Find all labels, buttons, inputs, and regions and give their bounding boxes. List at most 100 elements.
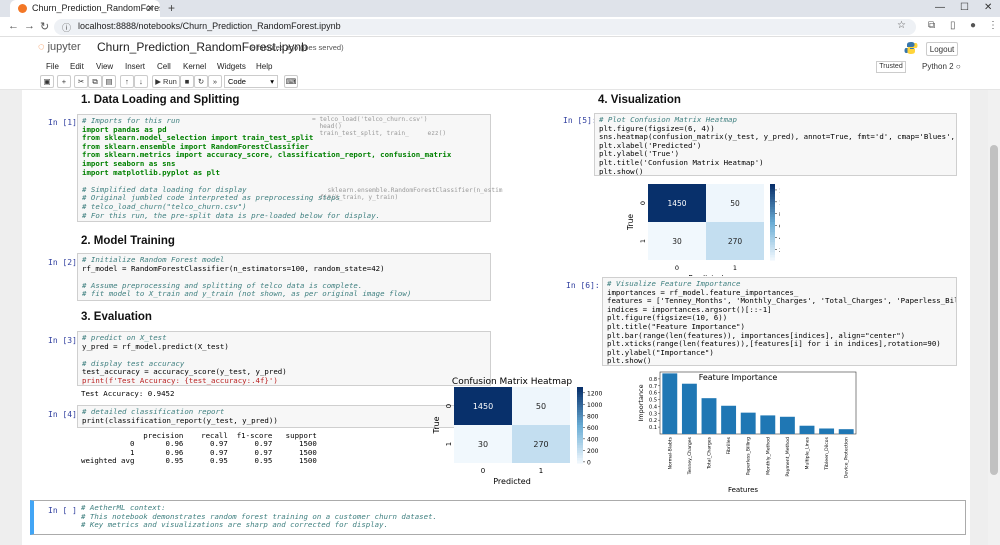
prompt-in-5: In [5]: — [563, 116, 597, 125]
profile-icon[interactable]: ● — [970, 20, 976, 31]
code-cell-2[interactable]: # Initialize Random Forest model rf_model… — [77, 253, 491, 301]
feature-tick-label: Paperless_Billing — [746, 437, 752, 475]
restart-run-icon[interactable]: » — [208, 75, 222, 88]
colorbar-tick-label: 800 — [779, 212, 780, 218]
feature-tick-label: Multiple_Lines — [805, 436, 811, 469]
menu-view[interactable]: View — [96, 62, 113, 71]
close-tab-icon[interactable]: ✕ — [146, 3, 154, 14]
jupyter-logo-icon: ◌ — [38, 41, 48, 53]
trusted-indicator[interactable]: Trusted — [876, 61, 906, 73]
jupyter-favicon-icon — [18, 4, 27, 13]
insert-cell-icon[interactable]: + — [57, 75, 71, 88]
extensions-icon[interactable]: ⧉ — [928, 20, 935, 31]
heatmap-cell-label: 270 — [533, 440, 548, 449]
move-up-icon[interactable]: ↑ — [120, 75, 134, 88]
menu-edit[interactable]: Edit — [70, 62, 84, 71]
feature-tick-label: Device_Protection — [844, 437, 850, 478]
menu-widgets[interactable]: Widgets — [217, 62, 246, 71]
run-button[interactable]: ▶ Run — [152, 75, 180, 88]
section-heading-1: 1. Data Loading and Splitting — [81, 94, 240, 106]
code-cell-7[interactable]: # AetherML context: # This notebook demon… — [77, 502, 963, 534]
y-tick-label: 0 — [445, 404, 453, 408]
feature-tick-label: Fibrilles — [726, 436, 732, 454]
menu-bar: File Edit View Insert Cell Kernel Widget… — [0, 60, 1000, 74]
save-status: 8 minutes ago (joes served) — [251, 43, 344, 52]
forward-icon[interactable]: → — [24, 20, 35, 32]
feature-bar — [740, 412, 756, 434]
menu-insert[interactable]: Insert — [125, 62, 145, 71]
y-tick-label: 0.1 — [649, 425, 657, 431]
maximize-icon[interactable]: ☐ — [960, 2, 969, 13]
minimize-icon[interactable]: — — [935, 2, 945, 13]
menu-help[interactable]: Help — [256, 62, 272, 71]
back-icon[interactable]: ← — [8, 20, 19, 32]
colorbar-tick-label: 400 — [587, 436, 599, 443]
sidebar-icon[interactable]: ▯ — [950, 20, 956, 31]
site-info-icon[interactable]: ⓘ — [62, 21, 71, 34]
cell-type-select[interactable]: Code ▾ — [224, 75, 278, 88]
new-tab-icon[interactable]: + — [168, 1, 175, 15]
colorbar-tick-label: 0 — [587, 459, 591, 466]
feature-bar — [760, 415, 776, 434]
ghost-line: = telco_load('telco_churn.csv') — [312, 116, 428, 123]
prompt-in-6: In [6]: — [566, 281, 600, 290]
heatmap-cell-label: 50 — [730, 199, 740, 208]
code-line: import matplotlib.pyplot as plt — [82, 167, 220, 177]
browser-tab[interactable]: Churn_Prediction_RandomForest. ✕ — [10, 0, 160, 17]
menu-file[interactable]: File — [46, 62, 59, 71]
colorbar-tick-label: 600 — [587, 425, 599, 432]
confusion-matrix-heatmap: Confusion Matrix Heatmap1450 5030 2700 101P… — [432, 377, 602, 486]
ghost-line: train_test_split, train_ ezz() — [312, 130, 447, 137]
code-cell-6[interactable]: # Visualize Feature Importance importance… — [602, 277, 957, 366]
colorbar-tick-label: 200 — [587, 448, 599, 455]
move-down-icon[interactable]: ↓ — [134, 75, 148, 88]
accuracy-output: Test Accuracy: 0.9452 — [81, 389, 175, 398]
y-tick-label: 1 — [639, 239, 647, 243]
colorbar-tick-label: 200 — [779, 248, 780, 254]
reload-icon[interactable]: ↻ — [40, 20, 49, 33]
code-line: # Key metrics and visualizations are sha… — [81, 520, 389, 530]
colorbar-tick-label: 600 — [779, 224, 780, 230]
y-tick-label: 0.5 — [649, 398, 657, 404]
copy-icon[interactable]: ⧉ — [88, 75, 102, 88]
feature-bar — [701, 398, 717, 434]
browser-menu-icon[interactable]: ⋮ — [988, 20, 998, 31]
close-window-icon[interactable]: ✕ — [984, 2, 992, 13]
url-input[interactable]: ⓘ localhost:8888/notebooks/Churn_Predict… — [54, 19, 916, 35]
logout-button[interactable]: Logout — [926, 42, 958, 56]
code-line: plt.ylabel("Importance") — [607, 347, 714, 357]
paste-icon[interactable]: ▤ — [102, 75, 116, 88]
run-label: Run — [163, 77, 177, 86]
saved-user: (joes served) — [300, 43, 344, 52]
y-tick-label: 0.3 — [649, 411, 657, 417]
menu-cell[interactable]: Cell — [157, 62, 171, 71]
x-tick-label: 1 — [733, 264, 737, 272]
y-axis-label: Importance — [637, 384, 645, 421]
address-bar-row: ← → ↻ ⓘ localhost:8888/notebooks/Churn_P… — [0, 17, 1000, 37]
code-cell-5[interactable]: # Plot Confusion Matrix Heatmap plt.figur… — [594, 113, 957, 176]
jupyter-header: ◌ jupyter Churn_Prediction_RandomForest.… — [0, 37, 1000, 59]
menu-kernel[interactable]: Kernel — [183, 62, 206, 71]
interrupt-icon[interactable]: ■ — [180, 75, 194, 88]
feature-tick-label: Tibleen_Dilcos — [824, 436, 830, 470]
y-axis-label: True — [626, 214, 635, 231]
ghost-overlay-2: sklearn.ensemble.RandomForestClassifier(… — [320, 187, 503, 201]
section-heading-3: 3. Evaluation — [81, 311, 152, 323]
bookmark-star-icon[interactable]: ☆ — [897, 20, 906, 31]
scrollbar-thumb[interactable] — [990, 145, 998, 475]
jupyter-logo-text: jupyter — [47, 41, 81, 53]
cut-icon[interactable]: ✂ — [74, 75, 88, 88]
keyboard-icon[interactable]: ⌨ — [284, 75, 298, 88]
chevron-down-icon: ▾ — [270, 77, 274, 86]
heatmap-cell-label: 270 — [728, 237, 743, 246]
jupyter-logo[interactable]: ◌ jupyter — [38, 41, 81, 53]
x-tick-label: 0 — [481, 467, 485, 475]
restart-icon[interactable]: ↻ — [194, 75, 208, 88]
heatmap-cell-label: 30 — [478, 440, 488, 449]
y-tick-label: 0.6 — [649, 391, 657, 397]
y-tick-label: 0.4 — [649, 404, 657, 410]
report-line: weighted avg 0.95 0.95 0.95 1500 — [81, 456, 317, 466]
browser-tab-bar: Churn_Prediction_RandomForest. ✕ + — ☐ ✕ — [0, 0, 1000, 17]
classification-report-output: precision recall f1-score support 0 0.96… — [81, 431, 317, 466]
save-icon[interactable]: ▣ — [40, 75, 54, 88]
